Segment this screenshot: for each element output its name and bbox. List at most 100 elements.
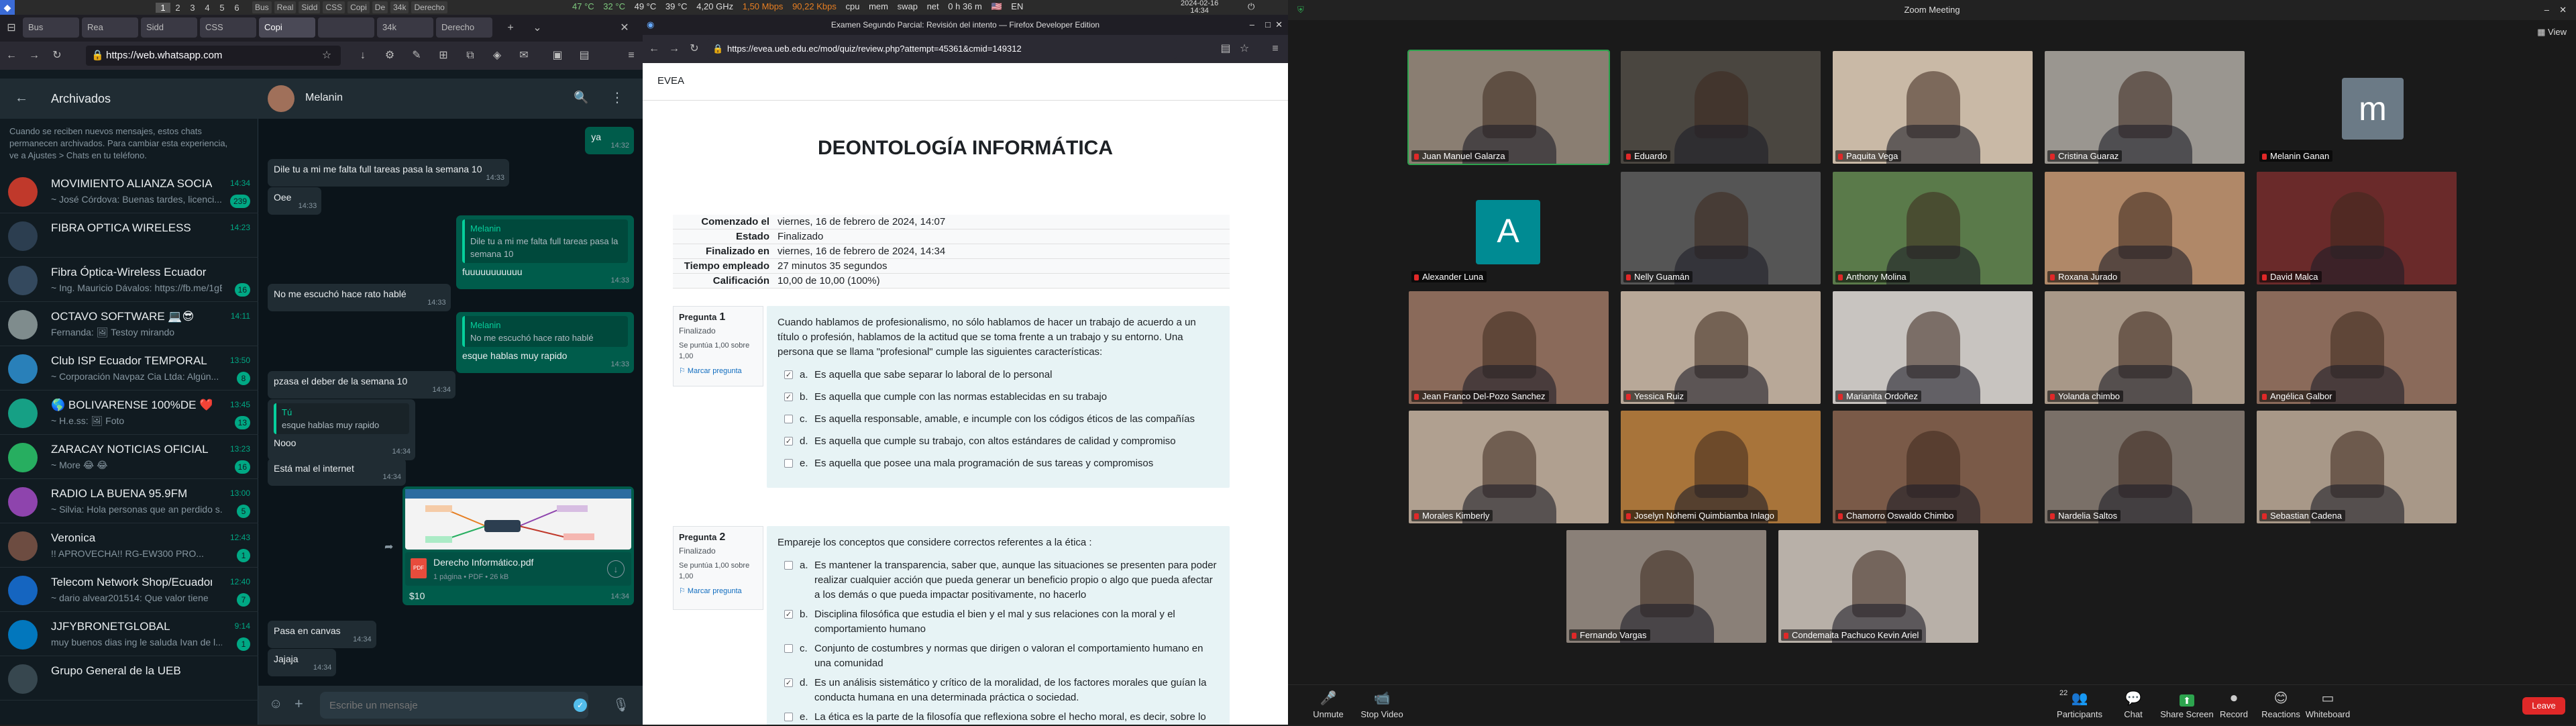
- task-button[interactable]: 34k: [390, 1, 409, 13]
- reader-view-icon[interactable]: ▤: [1218, 42, 1233, 56]
- chat-list-item[interactable]: 🌎 BOLIVARENSE 100%DE ❤️ ~ H.e.ss: 🖼 Foto 1…: [0, 391, 258, 435]
- forward-icon[interactable]: →: [27, 49, 42, 62]
- participant-tile[interactable]: Paquita Vega: [1833, 51, 2033, 164]
- workspace-1[interactable]: 1: [156, 2, 170, 13]
- participant-tile[interactable]: Roxana Jurado: [2045, 172, 2245, 284]
- task-button[interactable]: De: [372, 1, 388, 13]
- incoming-message[interactable]: No me escuchó hace rato hablé 14:33: [268, 284, 451, 311]
- task-button[interactable]: Bus: [252, 1, 272, 13]
- chat-list-item[interactable]: JJFYBRONETGLOBAL muy buenos dias ing le s…: [0, 612, 258, 656]
- incoming-message[interactable]: pzasa el deber de la semana 10 14:34: [268, 371, 455, 399]
- emoji-icon[interactable]: ☺: [269, 696, 282, 712]
- download-icon[interactable]: ↓: [607, 560, 625, 578]
- extension-icon[interactable]: ⧉: [463, 49, 478, 62]
- participant-tile[interactable]: A Alexander Luna: [1409, 172, 1609, 284]
- browser-tab[interactable]: Derecho: [436, 17, 492, 38]
- tab-overflow-icon[interactable]: ⌄: [530, 21, 545, 35]
- extension-icon[interactable]: ▤: [577, 49, 592, 62]
- search-icon[interactable]: 🔍: [574, 91, 588, 105]
- document-preview[interactable]: [405, 489, 631, 550]
- outgoing-message[interactable]: Melanin Dile tu a mi me falta full tareas…: [456, 215, 634, 289]
- zoom-reactions-button[interactable]: 😊 Reactions: [2254, 690, 2308, 719]
- chat-list-item[interactable]: Grupo General de la UEB: [0, 656, 258, 701]
- participant-tile[interactable]: Condemaita Pachuco Kevin Ariel: [1778, 530, 1978, 643]
- incoming-message[interactable]: Dile tu a mi me falta full tareas pasa l…: [268, 159, 509, 187]
- view-button[interactable]: ▦ View: [2537, 27, 2567, 38]
- workspace-6[interactable]: 6: [229, 3, 244, 13]
- participant-tile[interactable]: Juan Manuel Galarza: [1407, 50, 1610, 165]
- extension-icon[interactable]: ✎: [409, 49, 424, 62]
- incoming-message[interactable]: Oee 14:33: [268, 187, 322, 215]
- participant-tile[interactable]: Joselyn Nohemi Quimbiamba Inlago: [1621, 411, 1821, 523]
- participant-tile[interactable]: Marianita Ordoñez: [1833, 291, 2033, 404]
- chat-list-item[interactable]: Club ISP Ecuador TEMPORAL ~ Corporación N…: [0, 346, 258, 391]
- extension-icon[interactable]: ⚙: [382, 49, 397, 62]
- chat-list-item[interactable]: MOVIMIENTO ALIANZA SOCIAL ~ José Córdova:…: [0, 169, 258, 213]
- keyboard-layout[interactable]: EN: [1011, 1, 1023, 11]
- zoom-chat-button[interactable]: 💬 Chat: [2106, 690, 2160, 719]
- message-input[interactable]: [320, 692, 588, 719]
- extension-icon[interactable]: ⊞: [436, 49, 451, 62]
- workspace-4[interactable]: 4: [200, 3, 215, 13]
- chat-list-item[interactable]: Veronica !! APROVECHA!! RG-EW300 PRO... 12…: [0, 523, 258, 568]
- reload-icon[interactable]: ↻: [50, 49, 64, 62]
- browser-tab[interactable]: Bus: [23, 17, 79, 38]
- extension-icon[interactable]: ▣: [550, 49, 565, 62]
- close-icon[interactable]: ✕: [1275, 15, 1283, 35]
- close-window-icon[interactable]: ✕: [617, 21, 632, 35]
- browser-tab[interactable]: 34k: [377, 17, 433, 38]
- minimize-icon[interactable]: –: [2544, 0, 2549, 20]
- participant-tile[interactable]: m Melanin Ganan: [2257, 51, 2457, 164]
- chat-list-item[interactable]: Fibra Óptica-Wireless Ecuador ~ Ing. Maur…: [0, 258, 258, 302]
- menu-icon[interactable]: ≡: [1268, 42, 1283, 56]
- quoted-message[interactable]: Melanin Dile tu a mi me falta full tareas…: [462, 219, 628, 263]
- power-icon[interactable]: ⏻: [1248, 1, 1254, 12]
- close-icon[interactable]: ✕: [2559, 0, 2567, 20]
- task-button[interactable]: CSS: [323, 1, 345, 13]
- participant-tile[interactable]: Yessica Ruiz: [1621, 291, 1821, 404]
- zoom-record-button[interactable]: ⏺ Record: [2207, 691, 2261, 719]
- participant-tile[interactable]: Yolanda chimbo: [2045, 291, 2245, 404]
- maximize-icon[interactable]: □: [1265, 15, 1271, 35]
- outgoing-message[interactable]: ya 14:32: [585, 127, 634, 154]
- chat-list-item[interactable]: RADIO LA BUENA 95.9FM ~ Silvia: Hola pers…: [0, 479, 258, 523]
- participant-tile[interactable]: David Malca: [2257, 172, 2457, 284]
- incoming-message[interactable]: Jajaja 14:34: [268, 649, 337, 676]
- participant-tile[interactable]: Chamorro Oswaldo Chimbo: [1833, 411, 2033, 523]
- participant-tile[interactable]: Fernando Vargas: [1566, 530, 1766, 643]
- downloads-icon[interactable]: ↓: [356, 49, 370, 62]
- task-button[interactable]: Copi: [347, 1, 370, 13]
- browser-tab[interactable]: Rea: [82, 17, 138, 38]
- zoom-whiteboard-button[interactable]: ▭ Whiteboard: [2301, 690, 2355, 719]
- task-button[interactable]: Sidd: [299, 1, 321, 13]
- forward-icon[interactable]: →: [667, 42, 682, 56]
- browser-tab[interactable]: CSS: [200, 17, 256, 38]
- chat-list-item[interactable]: ZARACAY NOTICIAS OFICIAL ~ More 😂 😂 13:23 1…: [0, 435, 258, 479]
- microphone-icon[interactable]: 🎙: [612, 696, 629, 713]
- participant-tile[interactable]: Anthony Molina: [1833, 172, 2033, 284]
- minimize-icon[interactable]: –: [1250, 15, 1254, 35]
- workspace-3[interactable]: 3: [185, 3, 200, 13]
- back-icon[interactable]: ←: [4, 49, 19, 62]
- incoming-message[interactable]: Está mal el internet 14:34: [268, 458, 406, 486]
- back-arrow-icon[interactable]: ←: [15, 91, 28, 106]
- task-button[interactable]: Derecho: [411, 1, 447, 13]
- chat-list-item[interactable]: OCTAVO SOFTWARE 💻😎 Fernanda: 🖼 Testoy mir…: [0, 302, 258, 346]
- attach-icon[interactable]: +: [294, 695, 303, 713]
- participant-tile[interactable]: Cristina Guaraz: [2045, 51, 2245, 164]
- workspace-2[interactable]: 2: [170, 3, 185, 13]
- task-button[interactable]: Real: [274, 1, 297, 13]
- workspace-5[interactable]: 5: [215, 3, 229, 13]
- extension-icon[interactable]: ◈: [490, 49, 504, 62]
- incoming-message[interactable]: Pasa en canvas 14:34: [268, 621, 376, 648]
- flag-question[interactable]: ⚐ Marcar pregunta: [679, 586, 757, 597]
- menu-icon[interactable]: ≡: [624, 49, 639, 62]
- quoted-message[interactable]: Melanin No me escuchó hace rato hablé: [462, 316, 628, 347]
- quoted-message[interactable]: Tú esque hablas muy rapido: [274, 403, 409, 434]
- app-menu-icon[interactable]: ◆: [0, 0, 15, 15]
- avatar[interactable]: [268, 85, 294, 112]
- contact-name[interactable]: Melanin: [305, 92, 343, 104]
- chat-list-item[interactable]: Telecom Network Shop/Ecuador ~ dario alve…: [0, 568, 258, 612]
- url-bar[interactable]: 🔒 https://web.whatsapp.com: [86, 46, 341, 66]
- forward-icon[interactable]: ➦: [384, 540, 393, 554]
